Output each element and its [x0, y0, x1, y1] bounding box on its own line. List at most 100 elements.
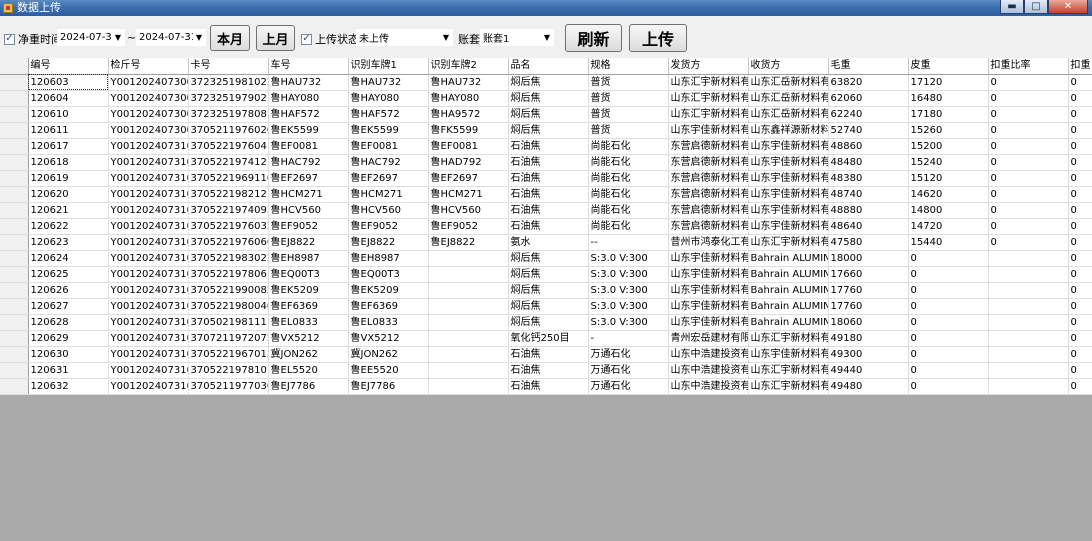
table-cell[interactable]: 0: [988, 170, 1069, 187]
table-cell[interactable]: S:3.0 V:300: [588, 298, 669, 315]
table-cell[interactable]: Y001202407300077: [108, 74, 189, 91]
column-header[interactable]: 车号: [268, 58, 349, 75]
table-cell[interactable]: 山东汇宇新材料有: [668, 90, 749, 107]
table-cell[interactable]: [988, 378, 1069, 395]
table-row[interactable]: 120603Y00120240730007737232519810225​12鲁…: [0, 74, 1092, 91]
table-cell[interactable]: 焖后焦: [508, 314, 589, 331]
table-cell[interactable]: 0: [1068, 90, 1092, 107]
table-cell[interactable]: 东营启德新材料有: [668, 186, 749, 203]
chevron-down-icon[interactable]: ▼: [193, 33, 205, 42]
table-cell[interactable]: 焖后焦: [508, 74, 589, 91]
table-cell[interactable]: 0: [908, 298, 989, 315]
table-cell[interactable]: 0: [1068, 346, 1092, 363]
table-cell[interactable]: 49440: [828, 362, 909, 379]
table-cell[interactable]: 0: [988, 234, 1069, 251]
table-cell[interactable]: 尚能石化: [588, 170, 669, 187]
table-cell[interactable]: 鲁VX5212: [268, 330, 349, 347]
table-cell[interactable]: 120610: [28, 106, 109, 123]
table-cell[interactable]: Y001202407310015: [108, 282, 189, 299]
table-cell[interactable]: 17180: [908, 106, 989, 123]
table-cell[interactable]: 0: [908, 330, 989, 347]
table-cell[interactable]: 鲁EF2697: [348, 170, 429, 187]
table-cell[interactable]: 山东汇岳新材料有: [748, 106, 829, 123]
row-header[interactable]: [0, 314, 29, 331]
table-row[interactable]: 120624Y0012024073100133705221983022804鲁E…: [0, 250, 1092, 267]
table-cell[interactable]: 47580: [828, 234, 909, 251]
table-cell[interactable]: 48740: [828, 186, 909, 203]
table-row[interactable]: 120627Y0012024073100163705221980040520鲁E…: [0, 298, 1092, 315]
table-cell[interactable]: 鲁EF9052: [348, 218, 429, 235]
table-cell[interactable]: 鲁EK5209: [348, 282, 429, 299]
table-cell[interactable]: 山东中浩建投资有: [668, 346, 749, 363]
table-cell[interactable]: 0: [1068, 186, 1092, 203]
table-cell[interactable]: 山东汇岳新材料有: [748, 74, 829, 91]
table-cell[interactable]: 鲁EJ8822: [348, 234, 429, 251]
table-cell[interactable]: 15240: [908, 154, 989, 171]
table-cell[interactable]: 0: [988, 186, 1069, 203]
table-cell[interactable]: 0: [1068, 378, 1092, 395]
table-cell[interactable]: 0: [908, 250, 989, 267]
table-cell[interactable]: 万通石化: [588, 346, 669, 363]
row-header[interactable]: [0, 202, 29, 219]
table-cell[interactable]: 鲁HAU732: [428, 74, 509, 91]
row-header[interactable]: [0, 330, 29, 347]
column-header[interactable]: 卡号: [188, 58, 269, 75]
table-cell[interactable]: 山东宇佳新材料有: [668, 266, 749, 283]
table-cell[interactable]: 鲁EF0081: [268, 138, 349, 155]
net-time-checkbox[interactable]: ✓: [4, 33, 15, 45]
table-row[interactable]: 120611Y0012024073000853705211976020704鲁E…: [0, 122, 1092, 139]
table-cell[interactable]: 石油焦: [508, 170, 589, 187]
upload-status-select[interactable]: 未上传 ▼: [356, 29, 453, 46]
net-time-filter[interactable]: ✓ 净重时间: [4, 31, 62, 47]
table-cell[interactable]: 东营启德新材料有: [668, 170, 749, 187]
table-cell[interactable]: 3705221982121400: [188, 186, 269, 203]
table-cell[interactable]: 0: [908, 362, 989, 379]
table-cell[interactable]: 山东汇岳新材料有: [748, 90, 829, 107]
table-cell[interactable]: 120621: [28, 202, 109, 219]
table-row[interactable]: 120618Y0012024073100073705221974121015鲁H…: [0, 154, 1092, 171]
table-cell[interactable]: 鲁HAC792: [348, 154, 429, 171]
table-cell[interactable]: 石油焦: [508, 186, 589, 203]
table-cell[interactable]: 3705221980040520: [188, 298, 269, 315]
table-cell[interactable]: [428, 298, 509, 315]
table-cell[interactable]: 鲁HAY080: [428, 90, 509, 107]
table-cell[interactable]: 120631: [28, 362, 109, 379]
table-cell[interactable]: 鲁EF9052: [268, 218, 349, 235]
table-cell[interactable]: Y001202407310008: [108, 170, 189, 187]
upload-status-filter[interactable]: ✓ 上传状态: [301, 31, 359, 47]
table-cell[interactable]: 鲁EF0081: [348, 138, 429, 155]
table-cell[interactable]: 14720: [908, 218, 989, 235]
table-cell[interactable]: 0: [1068, 154, 1092, 171]
upload-status-checkbox[interactable]: ✓: [301, 33, 312, 45]
table-row[interactable]: 120617Y0012024073100063705221976041812鲁E…: [0, 138, 1092, 155]
table-cell[interactable]: 尚能石化: [588, 154, 669, 171]
table-cell[interactable]: 普货: [588, 106, 669, 123]
table-cell[interactable]: 0: [1068, 74, 1092, 91]
table-cell[interactable]: 120617: [28, 138, 109, 155]
table-cell[interactable]: 鲁HCM271: [428, 186, 509, 203]
table-cell[interactable]: 0: [908, 346, 989, 363]
table-cell[interactable]: 63820: [828, 74, 909, 91]
table-cell[interactable]: 鲁HCV560: [348, 202, 429, 219]
table-cell[interactable]: 鲁EJ8822: [268, 234, 349, 251]
table-cell[interactable]: 3723251979021208: [188, 90, 269, 107]
table-cell[interactable]: 15200: [908, 138, 989, 155]
row-header[interactable]: [0, 106, 29, 123]
table-cell[interactable]: 山东汇宇新材料有: [748, 234, 829, 251]
table-cell[interactable]: 49300: [828, 346, 909, 363]
table-cell[interactable]: 0: [988, 154, 1069, 171]
table-cell[interactable]: 鲁HAY080: [268, 90, 349, 107]
table-cell[interactable]: 普货: [588, 74, 669, 91]
row-header[interactable]: [0, 74, 29, 91]
table-cell[interactable]: 山东宇佳新材料有: [748, 138, 829, 155]
table-cell[interactable]: 3705221974121015: [188, 154, 269, 171]
table-cell[interactable]: 48860: [828, 138, 909, 155]
table-cell[interactable]: 3707211972072560: [188, 330, 269, 347]
table-cell[interactable]: 山东汇宇新材料有: [668, 106, 749, 123]
table-cell[interactable]: 3705221976041812: [188, 138, 269, 155]
table-cell[interactable]: 鲁EH8987: [268, 250, 349, 267]
table-cell[interactable]: [988, 362, 1069, 379]
table-cell[interactable]: Y001202407310009: [108, 186, 189, 203]
table-cell[interactable]: [428, 362, 509, 379]
table-cell[interactable]: 120629: [28, 330, 109, 347]
